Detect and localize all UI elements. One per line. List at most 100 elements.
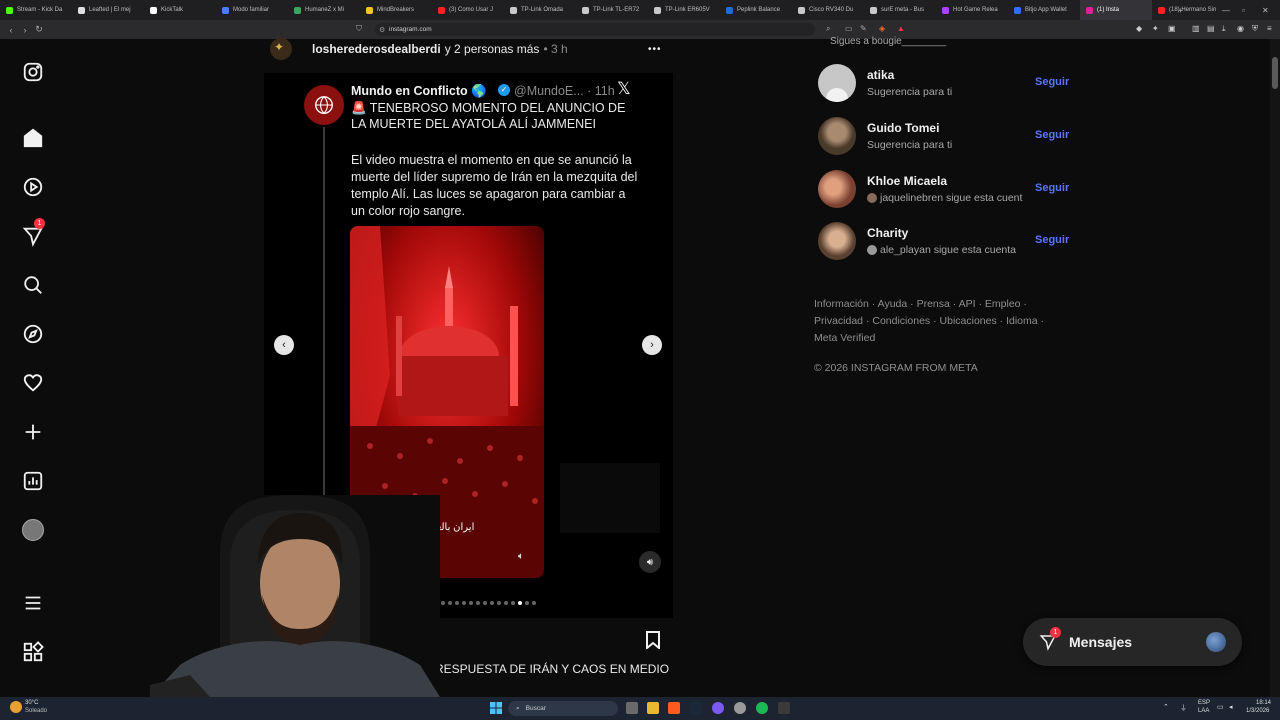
profile-icon[interactable]: ◉ bbox=[1237, 24, 1244, 33]
scrollbar-thumb[interactable] bbox=[1272, 57, 1278, 89]
brave-shield-icon[interactable]: ◈ bbox=[879, 24, 885, 33]
follow-button[interactable]: Seguir bbox=[1035, 76, 1069, 88]
footer-link[interactable]: API bbox=[959, 298, 976, 310]
footer-link[interactable]: Idioma bbox=[1006, 315, 1038, 327]
instagram-logo-icon[interactable] bbox=[21, 60, 45, 84]
post-author-avatar[interactable]: ✦ bbox=[270, 38, 292, 60]
carousel-dot[interactable] bbox=[483, 601, 487, 605]
bookmark-icon[interactable]: ⛉ bbox=[356, 24, 362, 34]
maximize-button[interactable]: ▫ bbox=[1242, 0, 1245, 20]
explore-icon[interactable] bbox=[21, 322, 45, 346]
carousel-dot[interactable] bbox=[448, 601, 452, 605]
suggestion-item[interactable]: Khloe Micaela jaquelinebren sigue esta c… bbox=[818, 170, 1078, 210]
browser-tab[interactable]: KickTalk bbox=[144, 0, 216, 20]
close-window-button[interactable]: ✕ bbox=[1262, 0, 1269, 20]
browser-tab[interactable]: TP-Link TL-ER72 bbox=[576, 0, 648, 20]
post-author[interactable]: losherederosdealberdi bbox=[312, 42, 441, 56]
browser-tab[interactable]: HumaneZ x Mi bbox=[288, 0, 360, 20]
footer-link[interactable]: Condiciones bbox=[872, 315, 930, 327]
suggestion-name[interactable]: atika bbox=[867, 68, 894, 82]
suggestion-avatar[interactable] bbox=[818, 222, 856, 260]
also-from-meta-icon[interactable] bbox=[21, 640, 45, 664]
messages-button[interactable]: 1 Mensajes bbox=[1023, 618, 1242, 666]
footer-link[interactable]: Empleo bbox=[985, 298, 1021, 310]
create-icon[interactable] bbox=[21, 420, 45, 444]
carousel-dot[interactable] bbox=[497, 601, 501, 605]
audio-toggle-icon[interactable]: 🔊︎ bbox=[639, 551, 661, 573]
search-icon[interactable] bbox=[21, 273, 45, 297]
rewards-icon[interactable]: ▲ bbox=[897, 24, 905, 33]
browser-tab[interactable]: (3) Como Usar J bbox=[432, 0, 504, 20]
suggestion-item[interactable]: atika Sugerencia para ti Seguir bbox=[818, 64, 1078, 104]
dashboard-icon[interactable] bbox=[21, 469, 45, 493]
direct-messages-icon[interactable]: 1 bbox=[21, 218, 45, 248]
wallet-icon[interactable]: ▣ bbox=[1168, 24, 1176, 33]
home-icon[interactable] bbox=[21, 126, 45, 150]
more-menu-icon[interactable] bbox=[21, 591, 45, 615]
notifications-heart-icon[interactable] bbox=[21, 371, 45, 395]
follow-button[interactable]: Seguir bbox=[1035, 234, 1069, 246]
browser-tab[interactable]: Hot Game Relea bbox=[936, 0, 1008, 20]
shield-icon[interactable]: ⛨ bbox=[1252, 24, 1258, 34]
carousel-dot[interactable] bbox=[490, 601, 494, 605]
browser-tab[interactable]: Stream - Kick Da bbox=[0, 0, 72, 20]
post-coauthors[interactable]: y 2 personas más bbox=[445, 42, 540, 56]
app-icon[interactable] bbox=[778, 702, 790, 714]
suggestion-item[interactable]: Charity ale_playan sigue esta cuenta Seg… bbox=[818, 222, 1078, 262]
carousel-dot[interactable] bbox=[455, 601, 459, 605]
settings-icon[interactable] bbox=[734, 702, 746, 714]
clock-time[interactable]: 18:14 bbox=[1256, 700, 1271, 706]
footer-link[interactable]: Ayuda bbox=[878, 298, 908, 310]
reload-icon[interactable]: ↻ bbox=[32, 24, 46, 35]
browser-tab[interactable]: MindBreakers bbox=[360, 0, 432, 20]
language-top[interactable]: ESP bbox=[1198, 700, 1210, 706]
save-bookmark-icon[interactable] bbox=[645, 631, 661, 649]
spotify-icon[interactable] bbox=[756, 702, 768, 714]
carousel-dot[interactable] bbox=[525, 601, 529, 605]
browser-tab[interactable]: Cisco RV340 Du bbox=[792, 0, 864, 20]
volume-icon[interactable]: ◂ bbox=[1229, 703, 1233, 711]
task-view-icon[interactable] bbox=[626, 702, 638, 714]
carousel-dot[interactable] bbox=[469, 601, 473, 605]
page-scrollbar[interactable] bbox=[1270, 39, 1280, 697]
forward-icon[interactable]: › bbox=[18, 25, 32, 35]
browser-tab[interactable]: TP-Link ER605V bbox=[648, 0, 720, 20]
carousel-dot[interactable] bbox=[518, 601, 522, 605]
suggestion-name[interactable]: Guido Tomei bbox=[867, 121, 939, 135]
carousel-dot[interactable] bbox=[462, 601, 466, 605]
carousel-dot[interactable] bbox=[441, 601, 445, 605]
language-bottom[interactable]: LAA bbox=[1198, 708, 1209, 714]
zoom-icon[interactable]: ⌕ bbox=[826, 24, 830, 34]
browser-tab[interactable]: (1) Insta bbox=[1080, 0, 1152, 20]
suggestion-avatar[interactable] bbox=[818, 117, 856, 155]
footer-link[interactable]: Información bbox=[814, 298, 869, 310]
network-icon[interactable]: ▭ bbox=[1217, 703, 1224, 711]
clock-date[interactable]: 1/3/2026 bbox=[1246, 708, 1269, 714]
weather-icon[interactable] bbox=[10, 701, 22, 713]
tray-mic-icon[interactable]: ⏚ bbox=[1180, 703, 1187, 713]
footer-link[interactable]: Ubicaciones bbox=[940, 315, 997, 327]
browser-tab[interactable]: TP-Link Omada bbox=[504, 0, 576, 20]
suggestion-avatar[interactable] bbox=[818, 64, 856, 102]
download-icon[interactable]: ⤓ bbox=[1222, 24, 1226, 34]
share-icon[interactable]: ✎ bbox=[860, 24, 867, 33]
steam-icon[interactable] bbox=[690, 702, 702, 714]
browser-tab[interactable]: Modo familiar bbox=[216, 0, 288, 20]
extension-icon[interactable]: ◆ bbox=[1136, 24, 1142, 33]
footer-link[interactable]: Meta Verified bbox=[814, 332, 875, 344]
carousel-dot[interactable] bbox=[511, 601, 515, 605]
suggestion-name[interactable]: Charity bbox=[867, 226, 908, 240]
discord-icon[interactable] bbox=[712, 702, 724, 714]
carousel-dot[interactable] bbox=[476, 601, 480, 605]
video-mute-icon[interactable]: 🔈︎ bbox=[518, 551, 524, 562]
carousel-dot[interactable] bbox=[532, 601, 536, 605]
layout-icon[interactable]: ▤ bbox=[1207, 24, 1215, 33]
browser-tab[interactable]: Peplink Balance bbox=[720, 0, 792, 20]
follow-button[interactable]: Seguir bbox=[1035, 182, 1069, 194]
footer-link[interactable]: Prensa bbox=[917, 298, 950, 310]
new-tab-button[interactable]: + bbox=[1178, 0, 1183, 20]
file-explorer-icon[interactable] bbox=[647, 702, 659, 714]
carousel-next-button[interactable]: › bbox=[642, 335, 662, 355]
suggestion-item[interactable]: Guido Tomei Sugerencia para ti Seguir bbox=[818, 117, 1078, 157]
footer-link[interactable]: Privacidad bbox=[814, 315, 863, 327]
